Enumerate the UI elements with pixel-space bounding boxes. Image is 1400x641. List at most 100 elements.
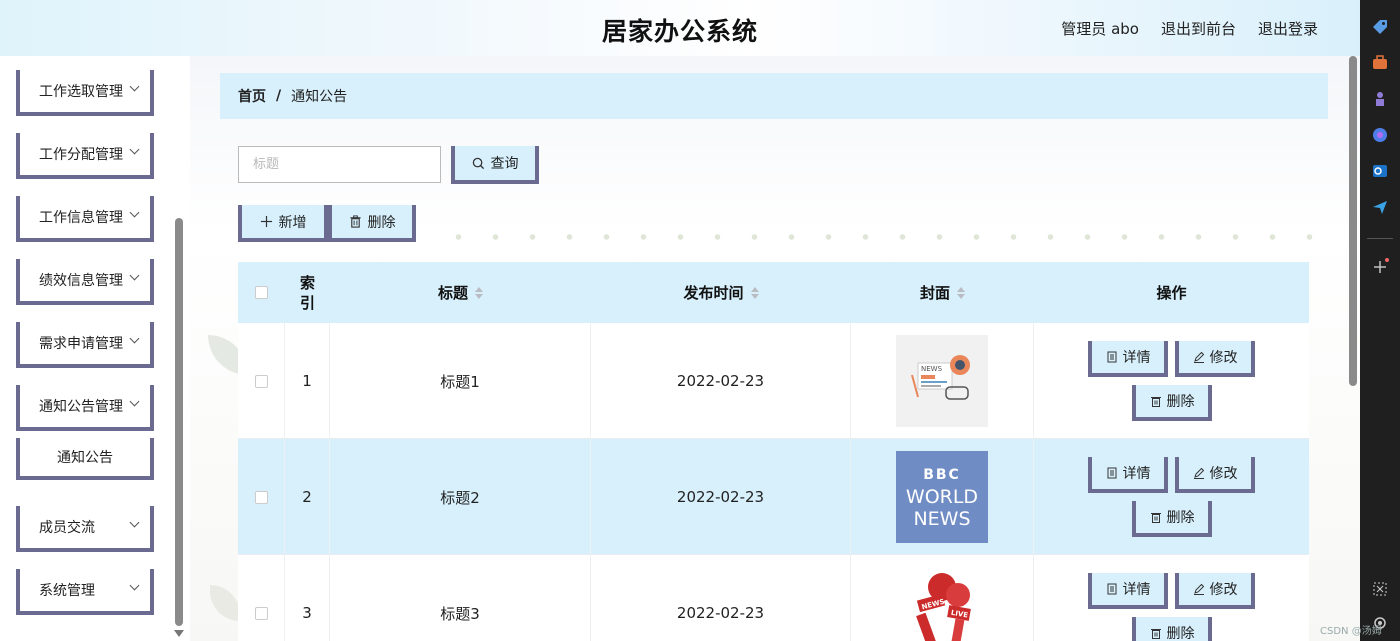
bbc-news-text: NEWS: [913, 508, 970, 530]
detail-button[interactable]: 详情: [1088, 457, 1168, 493]
table-row: 2 标题2 2022-02-23 BBC WORLD NEWS 详情 修改 删除: [238, 439, 1309, 555]
back-to-front-link[interactable]: 退出到前台: [1161, 18, 1236, 39]
chevron-down-icon: [129, 144, 140, 155]
header-select-all: [238, 262, 285, 323]
sidebar-item-notice-management[interactable]: 通知公告管理: [16, 385, 154, 431]
table-row: 3 标题3 2022-02-23 NEWS LIVE 详情 修改 删除: [238, 555, 1309, 641]
sidebar-item-label: 需求申请管理: [39, 336, 123, 352]
row-index: 2: [285, 439, 330, 555]
edit-label: 修改: [1209, 466, 1238, 482]
sidebar-item-label: 通知公告: [57, 450, 113, 466]
sort-icon[interactable]: [475, 286, 483, 299]
row-index: 1: [285, 323, 330, 439]
outlook-icon[interactable]: [1371, 162, 1389, 180]
row-title: 标题1: [330, 323, 591, 439]
sort-icon[interactable]: [957, 286, 965, 299]
select-all-checkbox[interactable]: [255, 286, 268, 299]
sidebar-scrollbar[interactable]: [175, 218, 183, 626]
edit-button[interactable]: 修改: [1175, 341, 1255, 377]
scroll-down-arrow-icon[interactable]: [174, 630, 184, 637]
edit-button[interactable]: 修改: [1175, 573, 1255, 609]
chevron-down-icon: [129, 580, 140, 591]
header-index: 索 引: [299, 273, 315, 312]
sidebar-item-work-info[interactable]: 工作信息管理: [16, 196, 154, 242]
row-time: 2022-02-23: [591, 323, 851, 439]
top-header: 居家办公系统 管理员 abo 退出到前台 退出登录: [0, 0, 1360, 56]
chevron-down-icon: [129, 81, 140, 92]
sort-icon[interactable]: [750, 286, 759, 299]
tag-icon[interactable]: [1371, 18, 1389, 36]
row-cover-cell: BBC WORLD NEWS: [851, 439, 1034, 555]
row-time: 2022-02-23: [591, 439, 851, 555]
batch-delete-button[interactable]: 删除: [328, 205, 416, 242]
header-title[interactable]: 标题: [330, 262, 591, 323]
notice-table: 索 引 标题 发布时间 封面 操作 1 标题1 2022-02-23 NEWS: [238, 262, 1309, 641]
edit-icon: [1193, 467, 1204, 479]
table-header: 索 引 标题 发布时间 封面 操作: [238, 262, 1309, 323]
copilot-icon[interactable]: [1371, 126, 1389, 144]
send-icon[interactable]: [1371, 198, 1389, 216]
row-select-cell: [238, 555, 285, 641]
chevron-down-icon: [129, 517, 140, 528]
header-ops: 操作: [1156, 284, 1187, 302]
header-links: 管理员 abo 退出到前台 退出登录: [1061, 18, 1318, 39]
row-select-cell: [238, 439, 285, 555]
news-label: NEWS: [921, 365, 943, 373]
edit-label: 修改: [1209, 582, 1238, 598]
bbc-world-text: WORLD: [906, 486, 978, 508]
row-ops-cell: 详情 修改 删除: [1034, 439, 1309, 555]
delete-button[interactable]: 删除: [1132, 617, 1212, 641]
delete-button[interactable]: 删除: [1132, 501, 1212, 537]
edit-button[interactable]: 修改: [1175, 457, 1255, 493]
search-button[interactable]: 查询: [451, 146, 539, 184]
logout-link[interactable]: 退出登录: [1258, 18, 1318, 39]
row-checkbox[interactable]: [254, 374, 268, 388]
sidebar-item-work-selection[interactable]: 工作选取管理: [16, 70, 154, 116]
detail-label: 详情: [1122, 350, 1151, 366]
detail-button[interactable]: 详情: [1088, 341, 1168, 377]
row-cover-cell: NEWS LIVE: [851, 555, 1034, 641]
news-microphones-image: NEWS LIVE: [896, 567, 988, 641]
row-select-cell: [238, 323, 285, 439]
plus-icon[interactable]: [1371, 258, 1389, 276]
header-title-label: 标题: [437, 284, 468, 302]
row-title: 标题2: [330, 439, 591, 555]
trash-icon: [349, 215, 361, 228]
plus-icon: [260, 215, 272, 228]
row-checkbox[interactable]: [254, 606, 268, 620]
admin-user-link[interactable]: 管理员 abo: [1061, 18, 1139, 39]
sidebar-item-system[interactable]: 系统管理: [16, 569, 154, 615]
delete-label: 删除: [1166, 394, 1195, 410]
sidebar-item-label: 通知公告管理: [39, 399, 123, 415]
row-time: 2022-02-23: [591, 555, 851, 641]
sidebar-subitem-notice[interactable]: 通知公告: [16, 438, 154, 480]
title-search-input[interactable]: [238, 146, 441, 183]
sidebar-item-requests[interactable]: 需求申请管理: [16, 322, 154, 368]
chess-icon[interactable]: [1371, 90, 1389, 108]
delete-button[interactable]: 删除: [1132, 385, 1212, 421]
row-checkbox[interactable]: [254, 490, 268, 504]
dots-decoration: [440, 233, 1340, 241]
breadcrumb-home[interactable]: 首页: [238, 86, 266, 106]
header-publish-time[interactable]: 发布时间: [591, 262, 851, 323]
main-scrollbar[interactable]: [1349, 56, 1357, 386]
header-cover[interactable]: 封面: [851, 262, 1034, 323]
sidebar-item-work-assignment[interactable]: 工作分配管理: [16, 133, 154, 179]
trash-icon: [1150, 513, 1161, 523]
screenshot-icon[interactable]: [1371, 580, 1389, 598]
detail-label: 详情: [1122, 582, 1151, 598]
chevron-down-icon: [129, 396, 140, 407]
detail-button[interactable]: 详情: [1088, 573, 1168, 609]
batch-delete-label: 删除: [367, 214, 396, 231]
edit-icon: [1193, 583, 1204, 595]
trash-icon: [1150, 629, 1161, 639]
briefcase-icon[interactable]: [1371, 54, 1389, 72]
add-button[interactable]: 新增: [238, 205, 328, 242]
sidebar-item-member-chat[interactable]: 成员交流: [16, 506, 154, 552]
page: 居家办公系统 管理员 abo 退出到前台 退出登录 工作选取管理 工作分配管理 …: [0, 0, 1400, 641]
bbc-world-news-image: BBC WORLD NEWS: [896, 451, 988, 543]
header-time-label: 发布时间: [683, 284, 744, 302]
chevron-down-icon: [129, 270, 140, 281]
delete-label: 删除: [1166, 626, 1195, 641]
sidebar-item-performance[interactable]: 绩效信息管理: [16, 259, 154, 305]
